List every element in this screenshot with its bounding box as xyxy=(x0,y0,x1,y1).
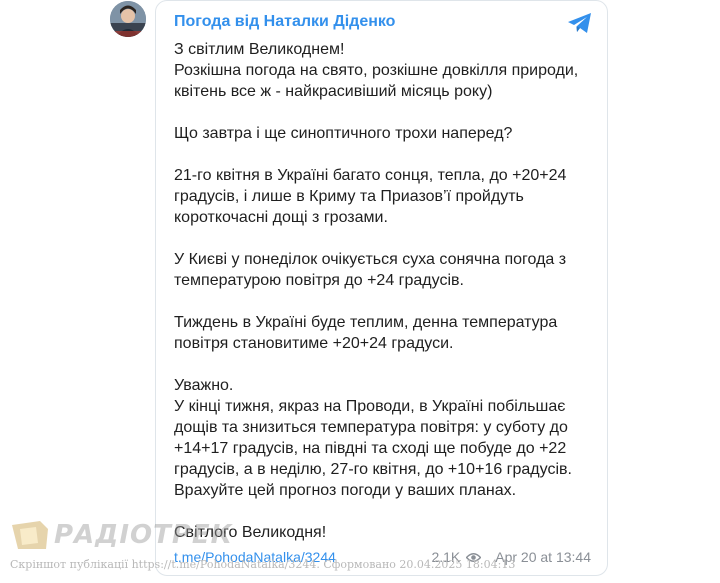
text-line: Світлого Великодня! xyxy=(174,524,327,541)
text-line: У Києві у понеділок очікується суха соня… xyxy=(174,251,567,289)
radiotrek-logo-icon xyxy=(12,521,48,549)
text-line: З світлим Великоднем! xyxy=(174,41,345,58)
channel-avatar[interactable] xyxy=(110,1,146,37)
text-line: У кінці тижня, якраз на Проводи, в Украї… xyxy=(174,398,572,478)
radiotrek-logo-text: РАДІОТРЕК xyxy=(54,520,233,550)
text-line: Тиждень в Україні буде теплим, денна тем… xyxy=(174,314,558,352)
message-text: З світлим Великоднем! Розкішна погода на… xyxy=(174,39,599,543)
message-card: Погода від Наталки Діденко З світлим Вел… xyxy=(155,0,608,576)
channel-name[interactable]: Погода від Наталки Діденко xyxy=(174,13,395,31)
screenshot-caption: Скріншот публікації https://t.me/PohodaN… xyxy=(10,558,516,571)
text-line: Уважно. xyxy=(174,377,234,394)
radiotrek-watermark-logo: РАДІОТРЕК xyxy=(10,519,233,551)
text-line: Що завтра і ще синоптичного трохи напере… xyxy=(174,125,513,142)
text-line: Врахуйте цей прогноз погоди у ваших план… xyxy=(174,482,517,499)
avatar-image xyxy=(110,1,146,37)
text-line: 21-го квітня в Україні багато сонця, теп… xyxy=(174,167,567,226)
page: Погода від Наталки Діденко З світлим Вел… xyxy=(0,0,720,583)
telegram-icon[interactable] xyxy=(567,12,593,34)
text-line: Розкішна погода на свято, розкішне довкі… xyxy=(174,62,579,100)
